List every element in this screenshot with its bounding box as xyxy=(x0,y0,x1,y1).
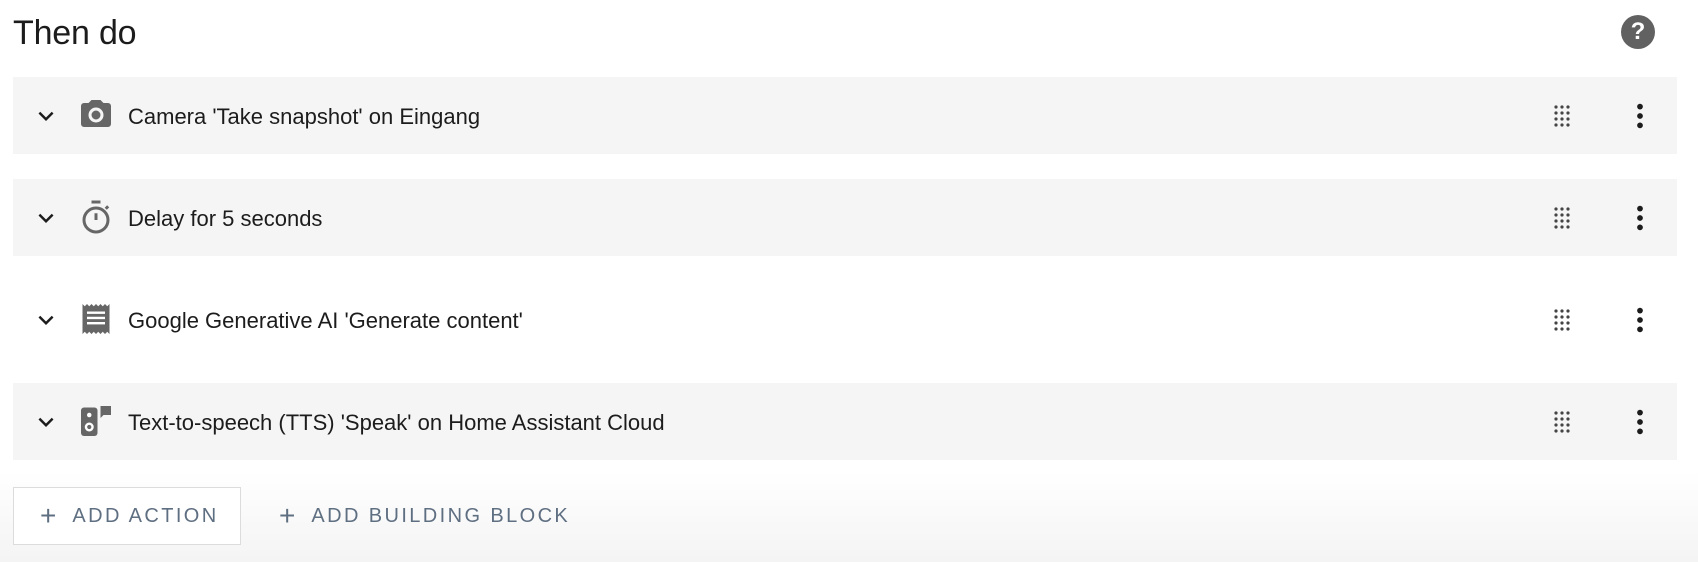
timer-icon xyxy=(82,200,110,234)
more-vertical-icon[interactable] xyxy=(1625,305,1655,335)
action-row[interactable]: Camera 'Take snapshot' on Eingang xyxy=(13,77,1677,154)
action-row[interactable]: Google Generative AI 'Generate content' xyxy=(13,281,1677,358)
section-header: Then do ? xyxy=(0,0,1698,70)
add-building-block-label: ADD BUILDING BLOCK xyxy=(311,504,571,527)
action-label: Camera 'Take snapshot' on Eingang xyxy=(128,104,481,129)
add-action-label: ADD ACTION xyxy=(72,504,219,527)
action-list: Camera 'Take snapshot' on Eingang Delay … xyxy=(13,77,1677,485)
plus-icon: + xyxy=(40,500,57,531)
add-action-button[interactable]: + ADD ACTION xyxy=(13,487,241,545)
camera-icon xyxy=(81,100,111,127)
section-title: Then do xyxy=(13,14,137,52)
drag-handle-icon[interactable] xyxy=(1550,307,1574,331)
action-label: Google Generative AI 'Generate content' xyxy=(128,308,523,333)
receipt-icon xyxy=(82,304,110,334)
chevron-down-icon[interactable] xyxy=(31,203,61,233)
drag-handle-icon[interactable] xyxy=(1550,409,1574,433)
help-icon[interactable]: ? xyxy=(1621,15,1655,49)
drag-handle-icon[interactable] xyxy=(1550,205,1574,229)
action-row[interactable]: Text-to-speech (TTS) 'Speak' on Home Ass… xyxy=(13,383,1677,460)
action-row[interactable]: Delay for 5 seconds xyxy=(13,179,1677,256)
plus-icon: + xyxy=(279,500,296,531)
speaker-message-icon xyxy=(81,406,111,436)
more-vertical-icon[interactable] xyxy=(1625,101,1655,131)
action-label: Delay for 5 seconds xyxy=(128,206,323,231)
chevron-down-icon[interactable] xyxy=(31,101,61,131)
more-vertical-icon[interactable] xyxy=(1625,407,1655,437)
add-building-block-button[interactable]: + ADD BUILDING BLOCK xyxy=(253,487,573,545)
chevron-down-icon[interactable] xyxy=(31,407,61,437)
more-vertical-icon[interactable] xyxy=(1625,203,1655,233)
chevron-down-icon[interactable] xyxy=(31,305,61,335)
drag-handle-icon[interactable] xyxy=(1550,103,1574,127)
action-label: Text-to-speech (TTS) 'Speak' on Home Ass… xyxy=(128,410,665,435)
